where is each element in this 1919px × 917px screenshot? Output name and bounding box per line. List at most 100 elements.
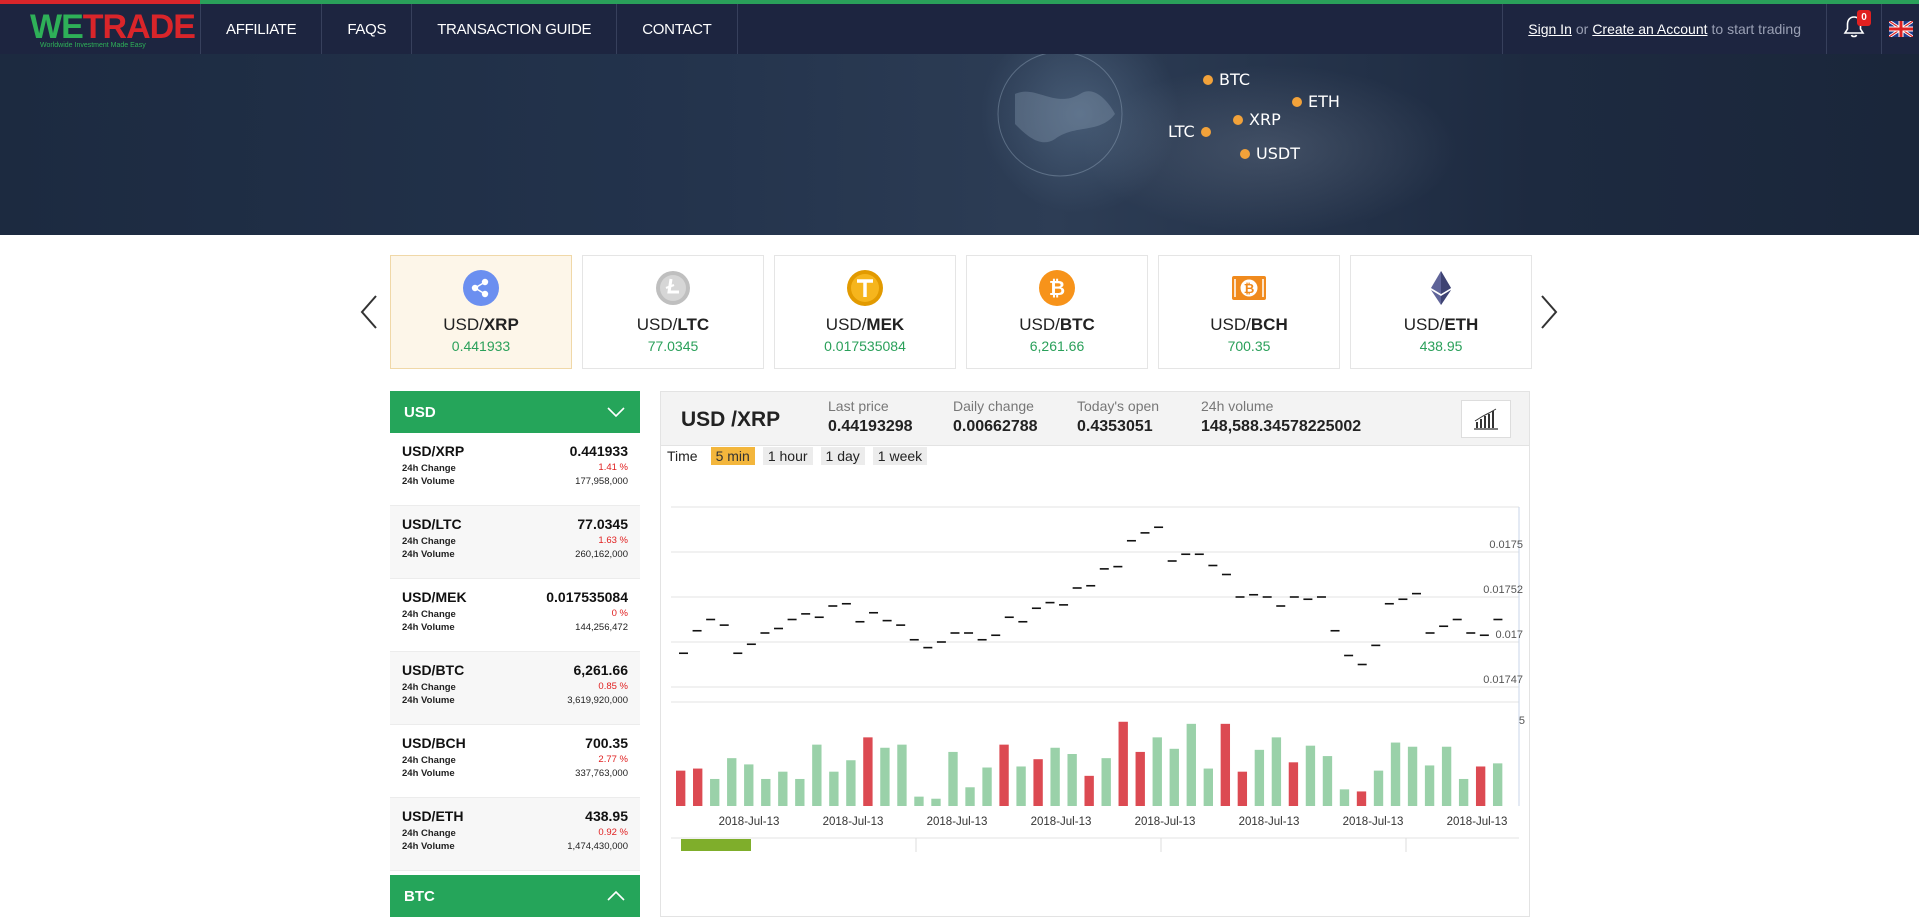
range-5min[interactable]: 5 min: [710, 447, 755, 465]
x-axis-label: 2018-Jul-13: [1031, 816, 1092, 828]
create-account-link[interactable]: Create an Account: [1592, 21, 1707, 37]
volume-bar: [880, 747, 890, 806]
volume-bar: [897, 744, 907, 806]
volume-bar: [999, 744, 1009, 806]
bar-chart-icon: [1474, 408, 1498, 430]
hero-coin-btc: BTC: [1203, 70, 1250, 89]
volume-bar: [982, 767, 992, 806]
volume-bar: [1271, 737, 1282, 806]
nav-transaction-guide[interactable]: TRANSACTION GUIDE: [412, 4, 618, 54]
stat-todays-open: Today's open 0.4353051: [1077, 398, 1160, 435]
ticker-price: 0.017535084: [824, 338, 906, 354]
time-range-bar: Time 5 min 1 hour 1 day 1 week: [667, 445, 928, 467]
volume-bar: [914, 796, 924, 806]
volume-bar: [761, 778, 771, 806]
x-axis-label: 2018-Jul-13: [927, 816, 988, 828]
market-row-mek[interactable]: USD/MEK 0.017535084 24h Change 24h Volume 0 …: [390, 579, 640, 652]
svg-text:₿: ₿: [1049, 276, 1065, 300]
chevron-down-icon: [607, 407, 625, 418]
btc-market-header[interactable]: BTC: [390, 875, 640, 917]
chart-panel: USD /XRP Last price 0.44193298 Daily chan…: [660, 391, 1530, 917]
wetrade-logo[interactable]: WETRADE Worldwide Investment Made Easy: [30, 10, 196, 52]
volume-bar: [1067, 754, 1077, 806]
change-label: 24h Change: [402, 536, 456, 547]
x-axis-label: 2018-Jul-13: [1239, 816, 1300, 828]
market-row-bch[interactable]: USD/BCH 700.35 24h Change 24h Volume 2.77 % 3…: [390, 725, 640, 798]
notifications-button[interactable]: 0: [1826, 4, 1881, 54]
volume-bar: [710, 778, 720, 806]
usd-market-header[interactable]: USD: [390, 391, 640, 433]
market-row-btc[interactable]: USD/BTC 6,261.66 24h Change 24h Volume 0.85 …: [390, 652, 640, 725]
hero-banner: BTC ETH XRP LTC USDT: [0, 54, 1919, 235]
volume-bar: [846, 760, 856, 806]
carousel-prev-arrow[interactable]: [358, 292, 380, 332]
market-row-ltc[interactable]: USD/LTC 77.0345 24h Change 24h Volume 1.63 %…: [390, 506, 640, 579]
pair-stats-bar: USD /XRP Last price 0.44193298 Daily chan…: [661, 392, 1529, 446]
ticker-card-eth[interactable]: USD/ETH 438.95: [1350, 255, 1532, 369]
carousel-next-arrow[interactable]: [1538, 292, 1560, 332]
volume-bar: [1033, 759, 1043, 806]
volume-bar: [1203, 768, 1213, 806]
volume-bar: [1458, 778, 1469, 806]
nav-affiliate[interactable]: AFFILIATE: [200, 4, 323, 54]
sign-in-link[interactable]: Sign In: [1528, 21, 1572, 37]
auth-links: Sign In or Create an Account to start tr…: [1502, 4, 1826, 54]
change-label: 24h Change: [402, 682, 456, 693]
volume-bar: [1373, 770, 1384, 806]
market-row-eth[interactable]: USD/ETH 438.95 24h Change 24h Volume 0.92 % 1…: [390, 798, 640, 871]
ticker-card-mek[interactable]: USD/MEK 0.017535084: [774, 255, 956, 369]
stat-daily-change: Daily change 0.00662788: [953, 398, 1038, 435]
market-price: 6,261.66: [573, 662, 629, 678]
volume-bar: [1356, 791, 1367, 806]
ticker-card-ltc[interactable]: USD/LTC 77.0345: [582, 255, 764, 369]
range-1hour[interactable]: 1 hour: [762, 447, 813, 465]
volume-bar: [1237, 771, 1248, 806]
ticker-card-xrp[interactable]: USD/XRP 0.441933: [390, 255, 572, 369]
uk-flag-icon[interactable]: [1881, 4, 1919, 54]
nav-faqs[interactable]: FAQS: [322, 4, 413, 54]
xrp-icon: [463, 270, 499, 306]
volume-bar: [1305, 745, 1316, 806]
market-row-xrp[interactable]: USD/XRP 0.441933 24h Change 24h Volume 1.41 …: [390, 433, 640, 506]
change-label: 24h Change: [402, 755, 456, 766]
notification-count-badge: 0: [1857, 10, 1871, 26]
ltc-icon: [655, 270, 691, 306]
volume-bar: [693, 768, 703, 806]
volume-bar: [744, 764, 754, 806]
chart-type-button[interactable]: [1461, 400, 1511, 438]
range-1week[interactable]: 1 week: [872, 447, 928, 465]
ticker-card-bch[interactable]: ₿ USD/BCH 700.35: [1158, 255, 1340, 369]
volume-bar: [1492, 763, 1503, 806]
price-volume-chart[interactable]: 0.0175 0.01752 0.017 0.01747 5 2018-Jul-13 201…: [661, 472, 1529, 916]
range-1day[interactable]: 1 day: [820, 447, 865, 465]
hero-coin-xrp: XRP: [1233, 110, 1281, 129]
market-price: 77.0345: [577, 516, 628, 532]
price-tick-label: 0.01752: [1483, 584, 1523, 596]
change-label: 24h Change: [402, 463, 456, 474]
market-change: 1.41 %: [598, 462, 628, 473]
navigator-handle: [681, 839, 751, 851]
x-axis-label: 2018-Jul-13: [1135, 816, 1196, 828]
volume-bar: [1322, 756, 1333, 806]
stat-24h-volume: 24h volume 148,588.34578225002: [1201, 398, 1362, 435]
market-volume: 1,474,430,000: [567, 841, 628, 852]
volume-bar: [1475, 766, 1486, 806]
market-price: 0.441933: [569, 443, 628, 459]
ticker-price: 700.35: [1227, 338, 1271, 354]
volume-bar: [1254, 749, 1265, 806]
x-axis-label: 2018-Jul-13: [719, 816, 780, 828]
volume-bar: [1407, 746, 1418, 806]
x-axis-label: 2018-Jul-13: [1343, 816, 1404, 828]
auth-suffix-text: to start trading: [1711, 21, 1802, 37]
x-axis-label: 2018-Jul-13: [1447, 816, 1508, 828]
market-list: USD USD/XRP 0.441933 24h Change 24h Volume 1…: [390, 391, 640, 917]
hero-coin-eth: ETH: [1292, 92, 1340, 111]
volume-bar: [778, 771, 788, 806]
nav-contact[interactable]: CONTACT: [617, 4, 738, 54]
volume-bar: [1016, 766, 1026, 806]
ticker-card-btc[interactable]: ₿ USD/BTC 6,261.66: [966, 255, 1148, 369]
pair-title: USD /XRP: [681, 408, 781, 431]
market-volume: 337,763,000: [575, 768, 628, 779]
change-label: 24h Change: [402, 609, 456, 620]
volume-bar: [1339, 789, 1350, 806]
